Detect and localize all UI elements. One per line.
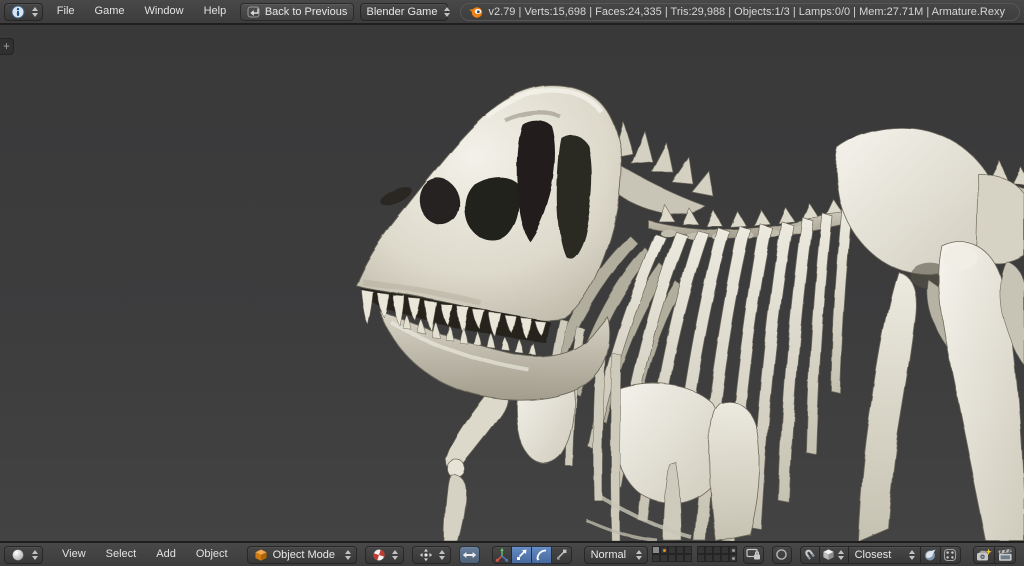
- snap-element-cube-icon: [823, 549, 834, 560]
- info-editor-icon: [11, 5, 25, 18]
- layer-toggle[interactable]: [676, 546, 685, 554]
- snap-group: Closest: [799, 545, 961, 564]
- snap-peel-object-toggle[interactable]: [920, 545, 941, 564]
- snap-toggle-button[interactable]: [799, 545, 820, 564]
- mode-select-value: Object Mode: [272, 548, 335, 561]
- pivot-point-select[interactable]: [411, 545, 451, 564]
- back-to-previous-label: Back to Previous: [264, 5, 348, 18]
- spinner-icon: [30, 6, 39, 17]
- view3d-header: View Select Add Object Object Mode Norma…: [0, 541, 1024, 566]
- centers-double-arrow-icon: [462, 551, 476, 558]
- layer-toggle[interactable]: [697, 546, 706, 554]
- menu-add[interactable]: Add: [147, 545, 185, 564]
- trex-skeleton-model: [355, 85, 1024, 541]
- back-to-previous-button[interactable]: Back to Previous: [239, 2, 355, 21]
- viewport-shading-select[interactable]: [364, 545, 404, 564]
- layer-toggle[interactable]: [713, 554, 722, 562]
- spinner-icon: [908, 549, 917, 560]
- layer-toggle[interactable]: [705, 554, 714, 562]
- spinner-icon: [837, 549, 846, 560]
- lock-to-scene-toggle[interactable]: [742, 545, 764, 564]
- transform-orientation-select[interactable]: Normal: [583, 545, 648, 564]
- opengl-camera-icon: [976, 548, 992, 560]
- scale-arrow-icon: [556, 549, 567, 560]
- render-engine-select[interactable]: Blender Game: [359, 2, 451, 21]
- layer-toggle[interactable]: [684, 554, 693, 562]
- snap-target-select[interactable]: Closest: [848, 545, 921, 564]
- opengl-render-animation-button[interactable]: [994, 545, 1016, 564]
- info-header: File Game Window Help Back to Previous B…: [0, 0, 1024, 25]
- layer-toggle[interactable]: [721, 554, 730, 562]
- opengl-clapperboard-icon: [998, 548, 1012, 561]
- toolshelf-expand-tab[interactable]: +: [0, 38, 14, 55]
- menu-object[interactable]: Object: [187, 545, 237, 564]
- snap-magnet-icon: [804, 548, 815, 560]
- snap-element-select[interactable]: [819, 545, 849, 564]
- opengl-render-group: [972, 545, 1016, 564]
- layer-toggle[interactable]: [729, 546, 738, 554]
- back-arrow-icon: [247, 6, 260, 17]
- mode-select[interactable]: Object Mode: [246, 545, 357, 564]
- manipulator-rotate-button[interactable]: [531, 545, 552, 564]
- scene-stats: v2.79 | Verts:15,698 | Faces:24,335 | Tr…: [459, 2, 1020, 21]
- snap-project-elements-toggle[interactable]: [940, 545, 961, 564]
- object-mode-cube-icon: [255, 549, 267, 561]
- blender-window: File Game Window Help Back to Previous B…: [0, 0, 1024, 566]
- editor-type-select-bottom[interactable]: [4, 545, 43, 564]
- layer-toggle[interactable]: [660, 546, 669, 554]
- layers-group-2: [697, 546, 738, 563]
- layer-toggle[interactable]: [684, 546, 693, 554]
- spinner-icon: [635, 549, 644, 560]
- menu-select[interactable]: Select: [97, 545, 146, 564]
- opengl-render-image-button[interactable]: [972, 545, 995, 564]
- scene-stats-text: v2.79 | Verts:15,698 | Faces:24,335 | Tr…: [488, 5, 1005, 18]
- layer-toggle[interactable]: [668, 554, 677, 562]
- menu-window[interactable]: Window: [135, 2, 192, 21]
- spinner-icon: [391, 549, 400, 560]
- layer-toggle[interactable]: [660, 554, 669, 562]
- viewport-3d[interactable]: +: [0, 25, 1024, 541]
- layer-toggle[interactable]: [713, 546, 722, 554]
- spinner-icon: [344, 549, 353, 560]
- 3d-view-icon: [12, 548, 24, 561]
- snap-peel-sphere-icon: [925, 549, 936, 560]
- layer-toggle[interactable]: [729, 554, 738, 562]
- proportional-editing-select[interactable]: [771, 545, 792, 564]
- spinner-icon: [438, 549, 447, 560]
- menu-help[interactable]: Help: [195, 2, 236, 21]
- layers-group-1: [652, 546, 693, 563]
- snap-project-dots-icon: [944, 548, 957, 561]
- translate-arrow-icon: [516, 549, 527, 560]
- manipulator-scale-button[interactable]: [551, 545, 572, 564]
- menu-file[interactable]: File: [48, 2, 84, 21]
- manipulator-toggle[interactable]: [491, 545, 512, 564]
- layer-toggle[interactable]: [652, 546, 661, 554]
- layer-toggle[interactable]: [652, 554, 661, 562]
- spinner-icon: [444, 6, 451, 17]
- manipulator-group: [491, 545, 572, 564]
- layer-toggle[interactable]: [697, 554, 706, 562]
- lock-scene-icon: [746, 548, 760, 560]
- proportional-circle-icon: [776, 549, 787, 560]
- render-engine-value: Blender Game: [366, 5, 438, 18]
- menu-view[interactable]: View: [53, 545, 95, 564]
- manipulate-centers-toggle[interactable]: [458, 545, 480, 564]
- manipulator-translate-button[interactable]: [511, 545, 532, 564]
- layer-toggle[interactable]: [721, 546, 730, 554]
- menu-game[interactable]: Game: [86, 2, 134, 21]
- blender-logo-icon: [468, 7, 482, 18]
- layer-toggle[interactable]: [676, 554, 685, 562]
- shading-textured-sphere-icon: [372, 548, 385, 561]
- rotate-arc-icon: [536, 549, 546, 561]
- pivot-median-icon: [419, 548, 432, 561]
- spinner-icon: [30, 549, 39, 560]
- snap-target-value: Closest: [854, 548, 892, 561]
- layer-toggle[interactable]: [668, 546, 677, 554]
- layer-toggle[interactable]: [705, 546, 714, 554]
- transform-orientation-value: Normal: [590, 548, 627, 561]
- editor-type-select-top[interactable]: [4, 2, 43, 21]
- layers-widget: [652, 546, 738, 563]
- manipulator-axes-icon: [495, 547, 508, 562]
